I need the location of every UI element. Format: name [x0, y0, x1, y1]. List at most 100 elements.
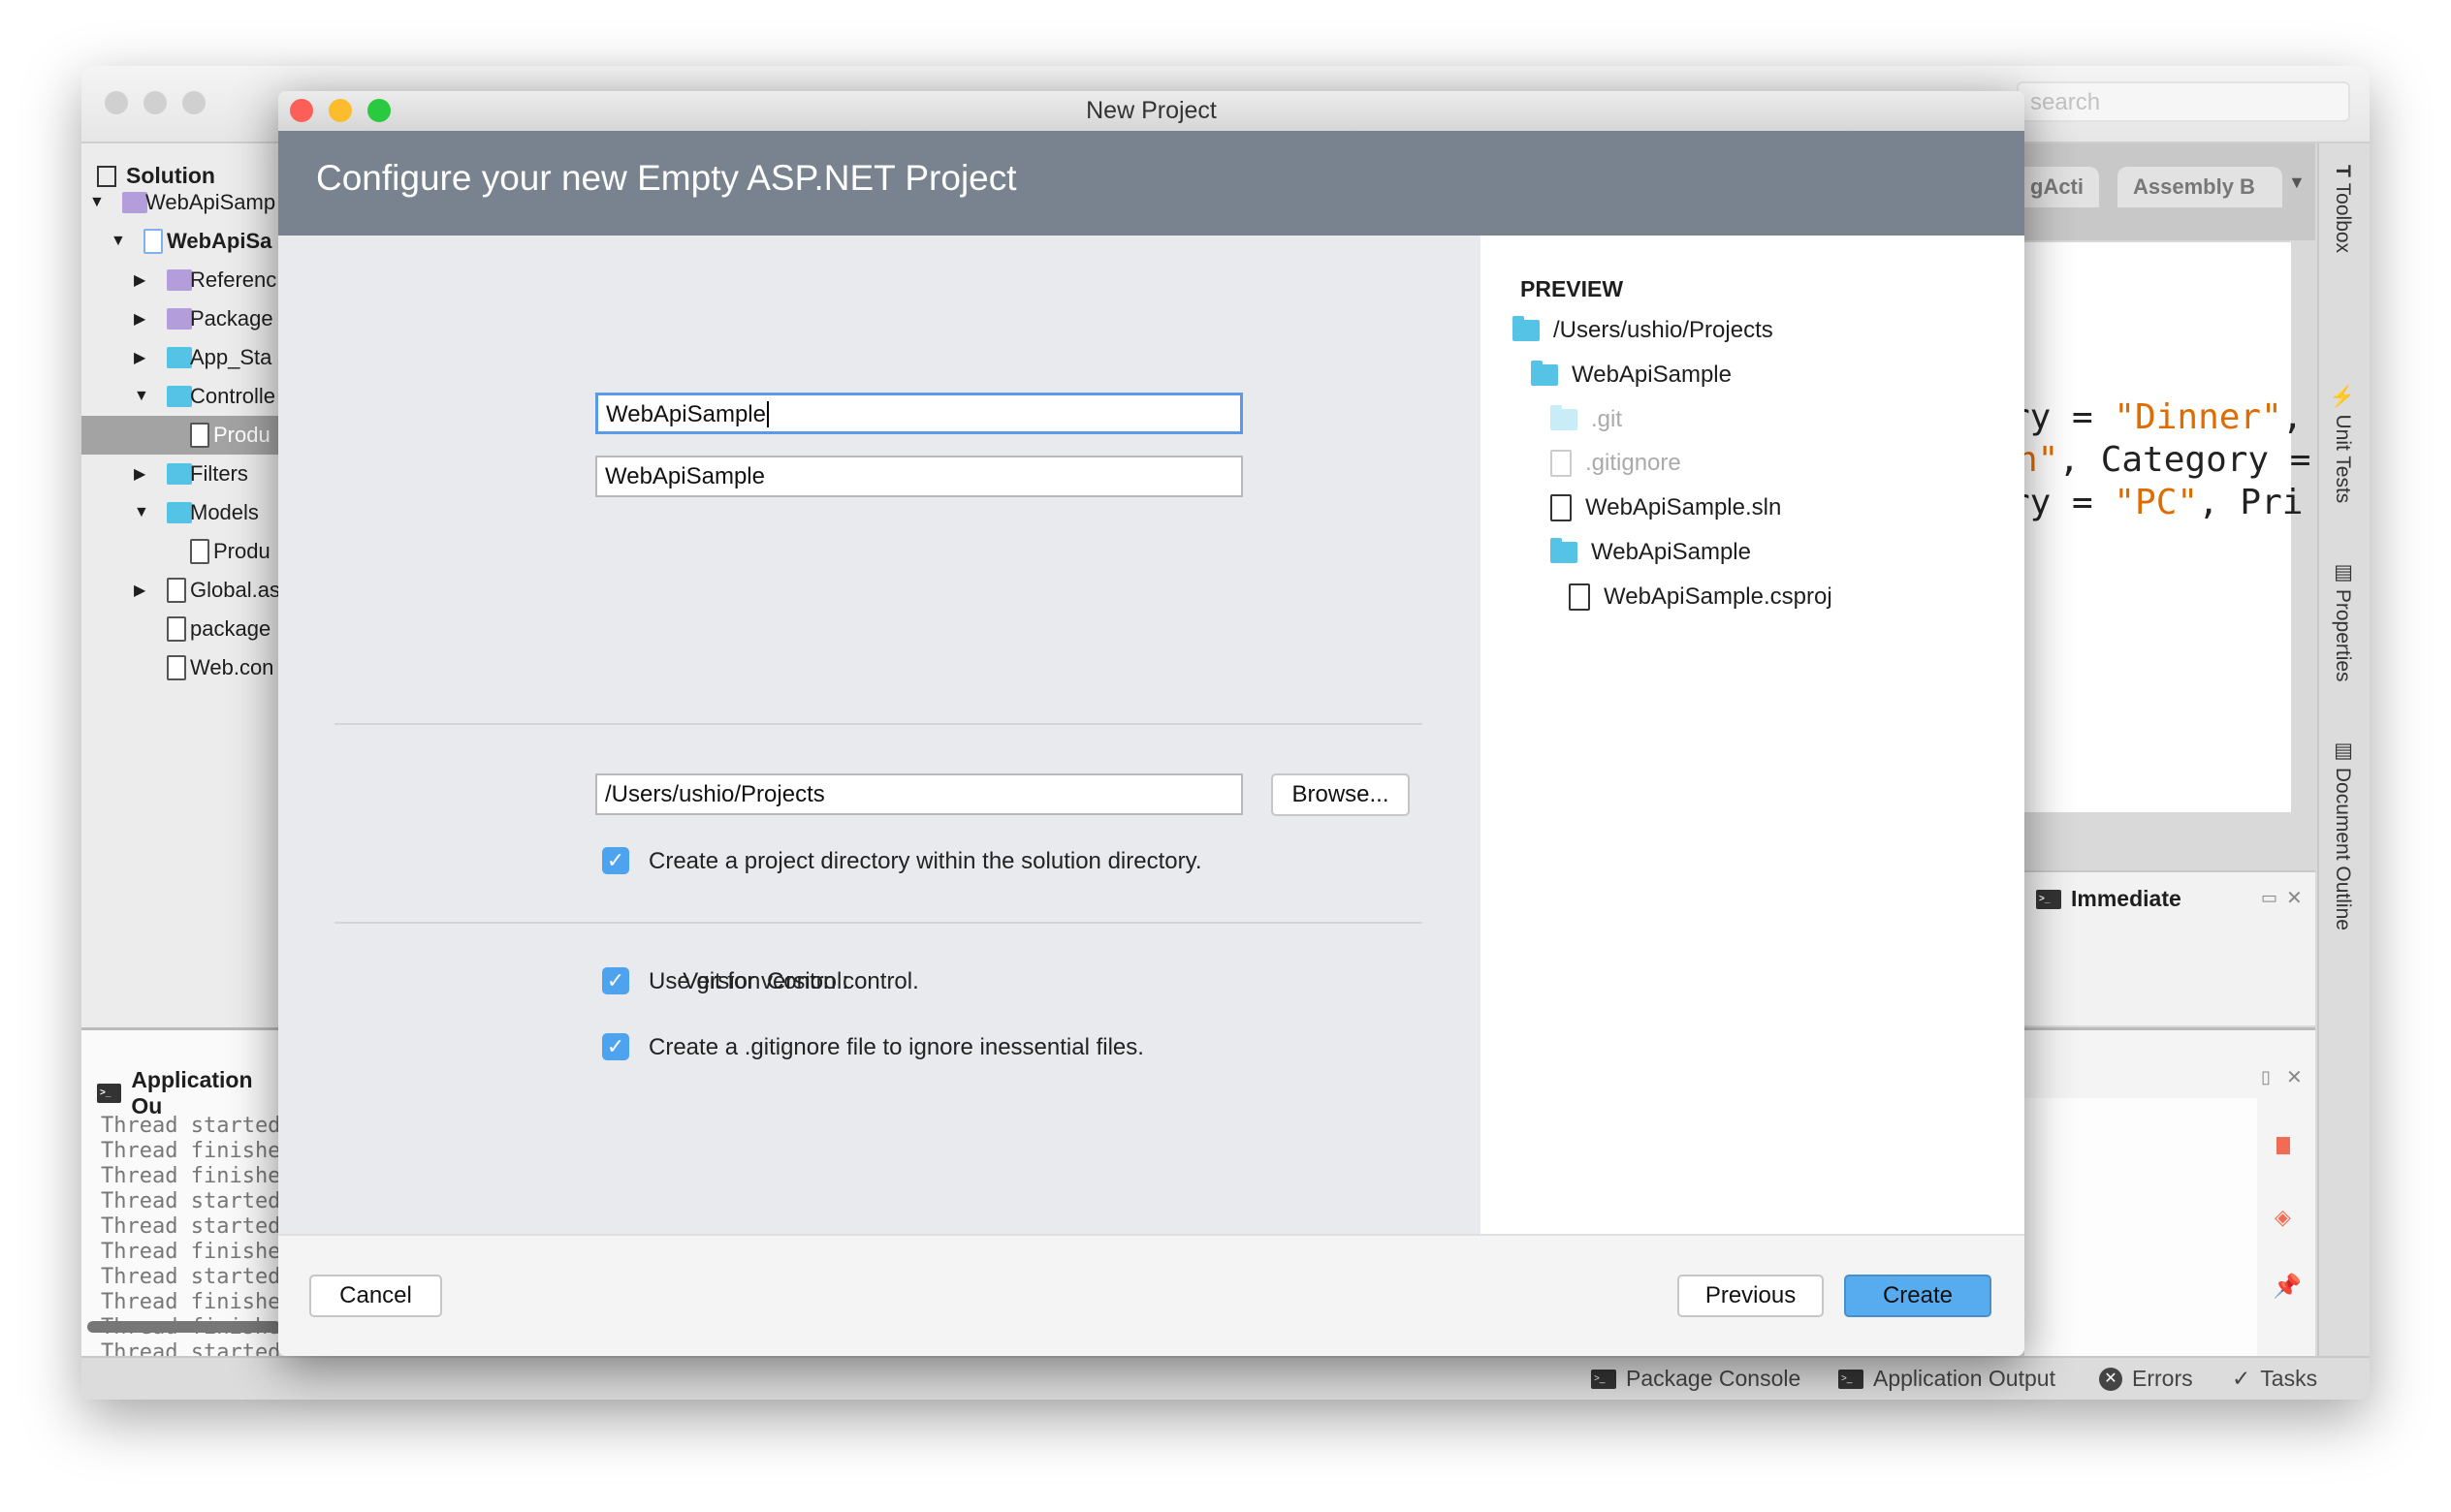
- solution-tree-item-label: Produ: [213, 423, 271, 447]
- solution-tree-item[interactable]: ▶ Referenc: [81, 261, 285, 299]
- browse-button[interactable]: Browse...: [1271, 773, 1410, 816]
- errors-button[interactable]: ✕ Errors: [2099, 1366, 2193, 1392]
- solution-tree-item[interactable]: Produ: [81, 532, 285, 571]
- terminal-icon: >_: [1591, 1369, 1616, 1389]
- dock-icon[interactable]: ▯: [2261, 1067, 2271, 1087]
- chevron-right-icon[interactable]: ▶: [134, 270, 145, 290]
- solution-tree-item[interactable]: ▶ Package: [81, 299, 285, 338]
- chevron-down-icon[interactable]: ▼: [89, 194, 105, 211]
- chevron-right-icon[interactable]: ▶: [134, 348, 145, 367]
- properties-label: Properties: [2332, 588, 2354, 682]
- chevron-down-icon[interactable]: ▼: [111, 233, 126, 250]
- tab-assembly-browser[interactable]: Assembly B: [2117, 167, 2282, 207]
- solution-tree-item[interactable]: ▼ Controlle: [81, 377, 285, 416]
- search-input[interactable]: search: [2017, 81, 2350, 122]
- document-outline-tab[interactable]: ▤ Document Outline: [2331, 739, 2354, 930]
- solution-tree-item[interactable]: ▼ WebApiSamp: [81, 183, 285, 222]
- package-console-button[interactable]: >_ Package Console: [1591, 1366, 1800, 1392]
- project-name-value: WebApiSample: [606, 401, 766, 427]
- config-file-icon: [167, 578, 186, 603]
- output-line: Thread finishe: [101, 1164, 281, 1188]
- terminal-icon: >_: [2036, 889, 2061, 909]
- close-button[interactable]: [290, 99, 313, 122]
- zoom-button[interactable]: [182, 91, 206, 114]
- chevron-right-icon[interactable]: ▶: [134, 309, 145, 329]
- chevron-down-icon[interactable]: ▼: [134, 388, 149, 405]
- dialog-titlebar: New Project: [278, 91, 2024, 131]
- code-token: ry =: [2009, 397, 2115, 437]
- solution-name-input[interactable]: WebApiSample: [595, 456, 1243, 497]
- preview-item: WebApiSample: [1550, 536, 1751, 569]
- chevron-right-icon[interactable]: ▶: [134, 581, 145, 600]
- solution-tree-item-label: Controlle: [190, 384, 276, 408]
- use-git-label: Use git for version control.: [649, 968, 919, 994]
- solution-tree-item-label: Package: [190, 306, 273, 331]
- code-file-icon: [190, 539, 209, 564]
- output-title: Application Ou: [131, 1067, 253, 1118]
- output-scrollbar[interactable]: [87, 1321, 281, 1333]
- project-name-input[interactable]: WebApiSample: [595, 393, 1243, 434]
- use-git-checkbox[interactable]: ✓: [602, 967, 629, 994]
- tabs-dropdown-icon[interactable]: ▼: [2288, 173, 2306, 193]
- toolbox-tab[interactable]: T Toolbox: [2331, 165, 2354, 253]
- dock-icon[interactable]: ▭: [2261, 888, 2277, 908]
- tasks-button[interactable]: ✓ Tasks: [2232, 1366, 2317, 1392]
- cancel-button[interactable]: Cancel: [309, 1275, 442, 1317]
- tab[interactable]: gActi: [2015, 167, 2099, 207]
- code-token: ry =: [2009, 483, 2115, 522]
- project-icon: [143, 229, 163, 254]
- new-project-dialog: New Project Configure your new Empty ASP…: [278, 91, 2024, 1356]
- pin-icon[interactable]: 📌: [2273, 1273, 2302, 1301]
- solution-tree-item-label: WebApiSamp: [145, 190, 276, 214]
- lightning-icon: ⚡: [2332, 384, 2354, 415]
- output-line: Thread started: [101, 1114, 281, 1138]
- application-output-button[interactable]: >_ Application Output: [1838, 1366, 2055, 1392]
- solution-tree-item[interactable]: Web.con: [81, 648, 285, 687]
- solution-pad: Solution ▼ WebApiSamp ▼ WebApiSa ▶ Referenc ▶ P…: [81, 143, 285, 1027]
- previous-button[interactable]: Previous: [1677, 1275, 1824, 1317]
- solution-tree-item[interactable]: ▶ Global.as: [81, 571, 285, 610]
- minimize-button[interactable]: [329, 99, 352, 122]
- stop-icon[interactable]: [2276, 1137, 2290, 1154]
- solution-tree-item[interactable]: ▼ WebApiSa: [81, 222, 285, 261]
- solution-tree-item-label: App_Sta: [190, 345, 272, 369]
- solution-tree-item[interactable]: Produ: [81, 416, 285, 455]
- unit-tests-tab[interactable]: ⚡ Unit Tests: [2331, 384, 2354, 503]
- properties-icon: ▤: [2332, 560, 2354, 589]
- code-line: ry = "Dinner",: [2009, 397, 2303, 437]
- close-button[interactable]: [105, 91, 128, 114]
- properties-tab[interactable]: ▤ Properties: [2331, 560, 2354, 682]
- code-file-icon: [190, 423, 209, 448]
- close-icon[interactable]: ✕: [2286, 886, 2303, 910]
- zoom-button[interactable]: [367, 99, 391, 122]
- minimize-button[interactable]: [143, 91, 167, 114]
- solution-tree-item-label: Filters: [190, 461, 248, 486]
- create-button[interactable]: Create: [1844, 1275, 1991, 1317]
- right-toolbar: T Toolbox ⚡ Unit Tests ▤ Properties ▤ Do…: [2317, 143, 2370, 1356]
- toolbox-icon: T: [2332, 165, 2354, 183]
- unit-tests-label: Unit Tests: [2332, 414, 2354, 504]
- gitignore-label: Create a .gitignore file to ignore iness…: [649, 1034, 1144, 1060]
- page-title: Configure your new Empty ASP.NET Project: [316, 158, 1017, 198]
- gitignore-checkbox[interactable]: ✓: [602, 1033, 629, 1060]
- folder-icon: [1550, 538, 1577, 563]
- chevron-right-icon[interactable]: ▶: [134, 464, 145, 484]
- close-icon[interactable]: ✕: [2286, 1065, 2303, 1089]
- code-editor[interactable]: ry = "Dinner", n", Category = ry = "PC", P…: [2009, 242, 2310, 812]
- solution-tree-item[interactable]: ▶ Filters: [81, 455, 285, 493]
- solution-tree-item[interactable]: package: [81, 610, 285, 648]
- solution-tree-item[interactable]: ▶ App_Sta: [81, 338, 285, 377]
- output-tools-pad: ▯ ✕ ◈ 📌: [2024, 1027, 2315, 1400]
- solution-tree-item-label: Models: [190, 500, 259, 524]
- solution-tree-item-label: Referenc: [190, 268, 277, 292]
- location-input[interactable]: /Users/ushio/Projects: [595, 773, 1243, 815]
- output-line: Thread finishe: [101, 1139, 281, 1163]
- solution-tree-item[interactable]: ▼ Models: [81, 493, 285, 532]
- code-token: , Pri: [2198, 483, 2304, 522]
- eraser-icon[interactable]: ◈: [2275, 1205, 2291, 1230]
- xml-file-icon: [167, 655, 186, 680]
- chevron-down-icon[interactable]: ▼: [134, 504, 149, 521]
- label: Package Console: [1626, 1366, 1801, 1391]
- create-directory-checkbox[interactable]: ✓: [602, 847, 629, 874]
- code-token: , Category =: [2058, 440, 2311, 480]
